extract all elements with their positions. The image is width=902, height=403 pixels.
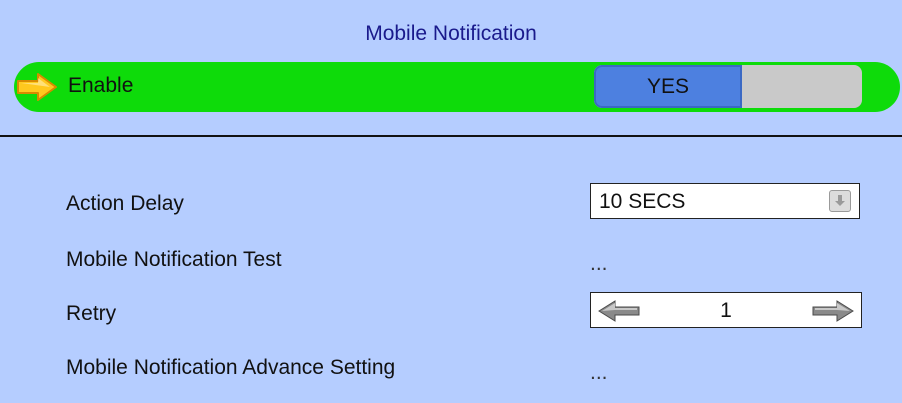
focus-arrow-icon (16, 72, 60, 102)
action-delay-dropdown[interactable]: 10 SECS (590, 183, 860, 219)
retry-stepper[interactable]: 1 (590, 292, 862, 328)
mobile-notification-panel: Mobile Notification Enable YES Action De… (0, 0, 902, 403)
enable-row[interactable]: Enable YES (14, 62, 900, 112)
section-divider (0, 135, 902, 137)
toggle-yes-option[interactable]: YES (594, 65, 742, 108)
retry-value: 1 (720, 299, 732, 322)
action-delay-label: Action Delay (66, 192, 184, 215)
arrow-left-icon[interactable] (597, 299, 641, 323)
action-delay-value: 10 SECS (599, 190, 686, 213)
enable-toggle[interactable]: YES (594, 65, 862, 108)
advance-setting-button[interactable]: ... (590, 361, 608, 385)
notification-test-label: Mobile Notification Test (66, 248, 282, 271)
notification-test-button[interactable]: ... (590, 252, 608, 276)
dropdown-arrow-icon[interactable] (829, 190, 851, 212)
arrow-right-icon[interactable] (811, 299, 855, 323)
advance-setting-label: Mobile Notification Advance Setting (66, 356, 396, 379)
page-title: Mobile Notification (365, 22, 537, 45)
enable-label: Enable (68, 74, 134, 97)
retry-label: Retry (66, 302, 117, 325)
